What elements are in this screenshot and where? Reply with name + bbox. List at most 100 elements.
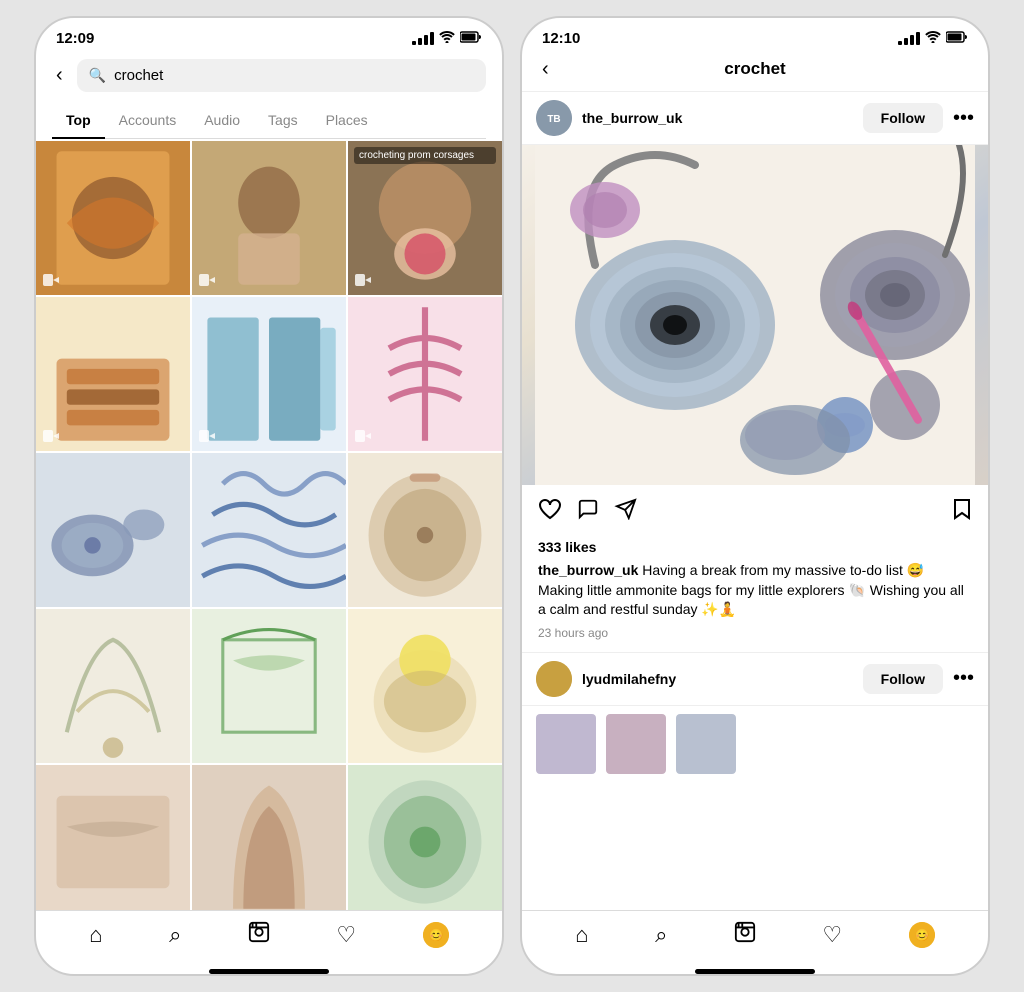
status-bar-right: 12:10 bbox=[522, 18, 988, 53]
grid-item[interactable] bbox=[192, 453, 346, 607]
search-query: crochet bbox=[114, 67, 163, 84]
status-bar-left: 12:09 bbox=[36, 18, 502, 53]
status-icons-right bbox=[898, 31, 968, 46]
signal-icon bbox=[412, 32, 434, 45]
tab-audio[interactable]: Audio bbox=[190, 102, 254, 138]
caption-username: the_burrow_uk bbox=[538, 562, 638, 578]
search-icon: 🔍 bbox=[89, 67, 106, 84]
back-button-right[interactable]: ‹ bbox=[538, 54, 553, 85]
grid-image-12 bbox=[348, 609, 502, 763]
grid-image-8 bbox=[192, 453, 346, 607]
more-options-top[interactable]: ••• bbox=[953, 107, 974, 130]
grid-item[interactable] bbox=[348, 453, 502, 607]
profile-nav-button-right[interactable]: 😊 bbox=[909, 922, 935, 948]
post-header: ‹ crochet bbox=[522, 53, 988, 91]
search-nav: ‹ 🔍 crochet bbox=[52, 59, 486, 92]
more-options-comment[interactable]: ••• bbox=[953, 667, 974, 690]
bookmark-button[interactable] bbox=[952, 497, 972, 527]
comment-button[interactable] bbox=[576, 498, 600, 526]
search-nav-button-right[interactable]: ⌕ bbox=[655, 922, 667, 948]
follow-button-top[interactable]: Follow bbox=[863, 103, 943, 133]
post-user-row: TB the_burrow_uk Follow ••• bbox=[522, 91, 988, 145]
likes-nav-button-right[interactable]: ♡ bbox=[822, 922, 842, 948]
post-nav: ‹ crochet bbox=[538, 59, 972, 79]
wifi-icon bbox=[439, 31, 455, 46]
svg-text:😊: 😊 bbox=[914, 928, 929, 942]
grid-item[interactable] bbox=[348, 609, 502, 763]
likes-nav-button[interactable]: ♡ bbox=[336, 922, 356, 948]
grid-item[interactable] bbox=[192, 765, 346, 910]
grid-image-14 bbox=[192, 765, 346, 910]
thumbnail-item[interactable] bbox=[606, 714, 666, 774]
grid-overlay-3: crocheting prom corsages bbox=[354, 147, 496, 164]
tab-accounts[interactable]: Accounts bbox=[105, 102, 191, 138]
bottom-nav-left: ⌂ ⌕ ♡ 😊 bbox=[36, 910, 502, 965]
post-actions bbox=[522, 485, 988, 539]
grid-image-7 bbox=[36, 453, 190, 607]
grid-item[interactable] bbox=[348, 297, 502, 451]
grid-item[interactable] bbox=[36, 141, 190, 295]
comment-avatar bbox=[536, 661, 572, 697]
grid-item[interactable] bbox=[192, 297, 346, 451]
grid-image-10 bbox=[36, 609, 190, 763]
svg-text:😊: 😊 bbox=[428, 928, 443, 942]
grid-item[interactable] bbox=[36, 765, 190, 910]
search-header: ‹ 🔍 crochet Top Accounts Audio Tags Plac… bbox=[36, 53, 502, 141]
crochet-svg bbox=[522, 145, 988, 485]
post-image bbox=[522, 145, 988, 485]
home-nav-button-right[interactable]: ⌂ bbox=[575, 922, 588, 948]
follow-button-comment[interactable]: Follow bbox=[863, 664, 943, 694]
time-left: 12:09 bbox=[56, 30, 94, 47]
tab-places[interactable]: Places bbox=[312, 102, 382, 138]
like-button[interactable] bbox=[538, 498, 562, 526]
thumbnail-item[interactable] bbox=[536, 714, 596, 774]
reels-nav-button[interactable] bbox=[248, 921, 270, 949]
right-phone: 12:10 bbox=[520, 16, 990, 976]
video-icon-6 bbox=[354, 427, 372, 445]
grid-item[interactable] bbox=[348, 765, 502, 910]
thumbnail-item[interactable] bbox=[676, 714, 736, 774]
search-nav-button[interactable]: ⌕ bbox=[169, 922, 181, 948]
video-icon-2 bbox=[198, 271, 216, 289]
time-right: 12:10 bbox=[542, 30, 580, 47]
home-nav-button[interactable]: ⌂ bbox=[89, 922, 102, 948]
grid-item[interactable] bbox=[36, 453, 190, 607]
home-indicator-right bbox=[695, 969, 815, 974]
grid-item[interactable]: crocheting prom corsages bbox=[348, 141, 502, 295]
battery-icon-right bbox=[946, 31, 968, 46]
post-timestamp: 23 hours ago bbox=[522, 626, 988, 652]
tab-top[interactable]: Top bbox=[52, 102, 105, 138]
grid-item[interactable] bbox=[192, 141, 346, 295]
app-container: 12:09 bbox=[18, 0, 1006, 992]
tab-tags[interactable]: Tags bbox=[254, 102, 312, 138]
post-likes: 333 likes bbox=[522, 539, 988, 561]
partial-thumbnail-row bbox=[522, 705, 988, 782]
video-icon-4 bbox=[42, 427, 60, 445]
profile-nav-button[interactable]: 😊 bbox=[423, 922, 449, 948]
grid-image-11 bbox=[192, 609, 346, 763]
grid-item[interactable] bbox=[36, 297, 190, 451]
home-indicator-left bbox=[209, 969, 329, 974]
wifi-icon-right bbox=[925, 31, 941, 46]
post-caption: the_burrow_uk Having a break from my mas… bbox=[522, 561, 988, 626]
thumbnail-group bbox=[536, 714, 736, 774]
grid-image-13 bbox=[36, 765, 190, 910]
post-title: crochet bbox=[724, 59, 785, 79]
search-bar[interactable]: 🔍 crochet bbox=[77, 59, 486, 92]
grid-layout: crocheting prom corsages bbox=[36, 141, 502, 910]
video-icon-3 bbox=[354, 271, 372, 289]
svg-text:TB: TB bbox=[547, 114, 560, 125]
grid-image-9 bbox=[348, 453, 502, 607]
post-username: the_burrow_uk bbox=[582, 110, 863, 126]
comment-user-row: lyudmilahefny Follow ••• bbox=[522, 652, 988, 705]
share-button[interactable] bbox=[614, 498, 638, 526]
grid-item[interactable] bbox=[36, 609, 190, 763]
tabs-container: Top Accounts Audio Tags Places bbox=[52, 102, 486, 139]
reels-nav-button-right[interactable] bbox=[734, 921, 756, 949]
comment-username: lyudmilahefny bbox=[582, 671, 863, 687]
bottom-nav-right: ⌂ ⌕ ♡ 😊 bbox=[522, 910, 988, 965]
video-icon-1 bbox=[42, 271, 60, 289]
grid-item[interactable] bbox=[192, 609, 346, 763]
back-button-left[interactable]: ‹ bbox=[52, 60, 67, 91]
post-avatar: TB bbox=[536, 100, 572, 136]
